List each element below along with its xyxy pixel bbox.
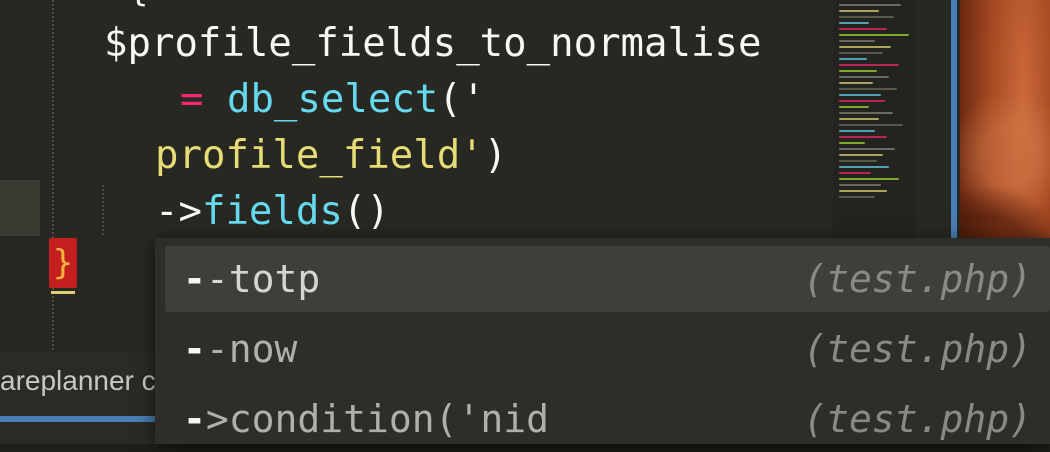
code-token: = (180, 77, 227, 122)
gutter-highlight (0, 180, 40, 236)
minimap-line (839, 58, 867, 60)
minimap-line (839, 28, 887, 30)
autocomplete-item[interactable]: ->condition('nid (test.php) (165, 386, 1050, 452)
autocomplete-match-highlight: - (183, 257, 206, 301)
autocomplete-match-highlight: - (183, 327, 206, 371)
minimap-line (839, 64, 899, 66)
code-line[interactable]: $profile_fields_to_normalise (104, 20, 761, 68)
minimap-line (839, 100, 885, 102)
minimap-line (839, 196, 875, 198)
minimap-line (839, 94, 881, 96)
minimap-line (839, 112, 893, 114)
indent-guide (102, 185, 104, 235)
minimap-line (839, 184, 881, 186)
autocomplete-item-label: --now (183, 316, 297, 382)
minimap-line (839, 34, 909, 36)
code-token: profile_field' (155, 133, 484, 178)
minimap-line (839, 106, 869, 108)
autocomplete-item-label: ->condition('nid (183, 386, 549, 452)
minimap-line (839, 148, 895, 150)
code-line[interactable]: ->fields() (155, 188, 390, 236)
code-token: () (342, 189, 390, 234)
minimap-line (839, 40, 875, 42)
code-token: fields (201, 189, 343, 234)
minimap-line (839, 154, 883, 156)
minimap-line (839, 124, 903, 126)
minimap-line (839, 4, 901, 6)
autocomplete-item-text: -totp (205, 257, 321, 301)
code-token: $profile_fields_to_normalise (104, 21, 762, 66)
code-line[interactable]: = db_select(' (180, 76, 485, 124)
minimap-line (839, 166, 889, 168)
minimap-line (839, 82, 873, 84)
autocomplete-item[interactable]: --now (test.php) (165, 316, 1050, 382)
autocomplete-match-highlight: - (183, 397, 206, 441)
minimap-line (839, 22, 869, 24)
minimap-line (839, 52, 883, 54)
code-line[interactable]: profile_field') (155, 132, 507, 180)
code-token: ) (483, 133, 508, 178)
code-token: (' (438, 77, 486, 122)
minimap-line (839, 70, 877, 72)
minimap-line (839, 76, 889, 78)
minimap[interactable] (833, 0, 915, 240)
opening-brace: { (128, 0, 148, 10)
minimap-line (839, 16, 894, 18)
autocomplete-item-text: -now (205, 327, 298, 371)
minimap-line (839, 178, 899, 180)
minimap-line (839, 46, 891, 48)
minimap-line (839, 88, 897, 90)
autocomplete-item[interactable]: --totp (test.php) (165, 246, 1050, 312)
closing-brace-highlight: } (49, 238, 77, 294)
minimap-line (839, 136, 887, 138)
minimap-line (839, 118, 879, 120)
autocomplete-item-label: --totp (183, 246, 320, 312)
minimap-line (839, 10, 879, 12)
minimap-line (839, 172, 871, 174)
autocomplete-item-text: >condition('nid (205, 397, 550, 441)
autocomplete-popup[interactable]: --totp (test.php) --now (test.php) ->conditi… (155, 238, 1050, 444)
autocomplete-item-source: (test.php) (803, 257, 1032, 301)
autocomplete-item-source: (test.php) (803, 327, 1032, 371)
minimap-line (839, 190, 887, 192)
minimap-line (839, 142, 865, 144)
minimap-line (839, 160, 877, 162)
autocomplete-item-source: (test.php) (803, 397, 1032, 441)
code-token: db_select (226, 77, 439, 122)
gutter-indent-guide (52, 0, 54, 350)
minimap-line (839, 130, 875, 132)
code-token: -> (155, 189, 202, 234)
project-label: areplanner c (0, 365, 156, 396)
